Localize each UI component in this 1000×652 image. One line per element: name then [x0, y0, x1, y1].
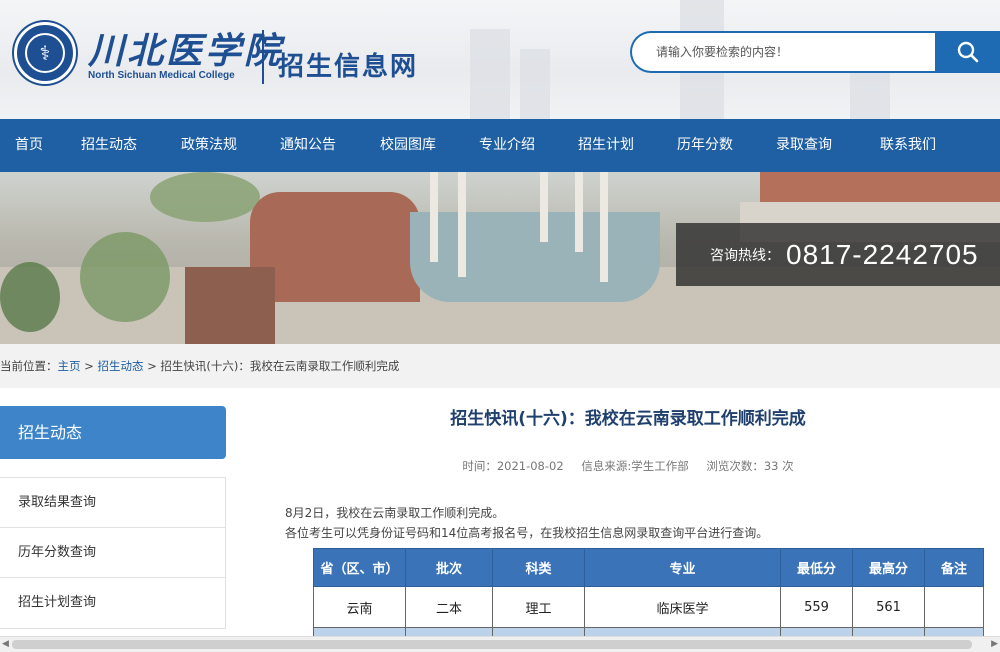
table-cell — [924, 627, 984, 636]
nav-home[interactable]: 首页 — [0, 119, 58, 172]
search-box — [630, 31, 936, 73]
site-header: ⚕ 川北医学院 North Sichuan Medical College 招生… — [0, 0, 1000, 119]
logo-divider — [262, 30, 264, 84]
breadcrumb-current: 招生快讯(十六)：我校在云南录取工作顺利完成 — [160, 359, 400, 373]
horizontal-scrollbar[interactable]: ◀ ▶ — [0, 636, 1000, 652]
banner-pillar — [575, 172, 583, 252]
article-body: 8月2日，我校在云南录取工作顺利完成。 各位考生可以凭身份证号码和14位高考报名… — [285, 503, 985, 543]
breadcrumb-separator: > — [80, 359, 98, 373]
article-meta: 时间：2021-08-02 信息来源:学生工作部 浏览次数：33 次 — [256, 456, 1000, 476]
sidebar-title: 招生动态 — [0, 406, 226, 459]
table-header-min-score: 最低分 — [780, 548, 853, 587]
scroll-right-arrow-icon[interactable]: ▶ — [991, 639, 998, 649]
banner-pillar — [430, 172, 438, 262]
table-header-province: 省（区、市） — [313, 548, 406, 587]
table-cell: 561 — [852, 586, 925, 628]
site-name: 招生信息网 — [278, 52, 419, 82]
breadcrumb-section-link[interactable]: 招生动态 — [97, 359, 143, 373]
banner-pillar — [540, 172, 548, 242]
nav-admission-query[interactable]: 录取查询 — [754, 119, 854, 172]
nav-admission-news[interactable]: 招生动态 — [58, 119, 160, 172]
scrollbar-thumb[interactable] — [12, 640, 972, 649]
hotline-label: 咨询热线： — [710, 247, 780, 264]
breadcrumb-home-link[interactable]: 主页 — [58, 359, 81, 373]
scroll-left-arrow-icon[interactable]: ◀ — [2, 639, 9, 649]
banner-building — [250, 192, 420, 302]
table-header-batch: 批次 — [405, 548, 493, 587]
table-header-row: 省（区、市） 批次 科类 专业 最低分 最高分 备注 — [313, 548, 984, 587]
sidebar-item-admission-results[interactable]: 录取结果查询 — [0, 478, 225, 528]
article-source: 信息来源:学生工作部 — [581, 459, 689, 473]
search-icon — [957, 41, 978, 63]
table-cell — [584, 627, 781, 636]
sidebar-item-enrollment-plan[interactable]: 招生计划查询 — [0, 578, 225, 628]
article-views: 浏览次数：33 次 — [706, 459, 794, 473]
nav-majors[interactable]: 专业介绍 — [458, 119, 556, 172]
banner-building — [185, 267, 275, 344]
nav-past-scores[interactable]: 历年分数 — [656, 119, 754, 172]
table-header-category: 科类 — [492, 548, 585, 587]
nav-gallery[interactable]: 校园图库 — [358, 119, 458, 172]
nav-notices[interactable]: 通知公告 — [258, 119, 358, 172]
nav-enrollment-plan[interactable]: 招生计划 — [556, 119, 656, 172]
table-cell — [313, 627, 406, 636]
college-name-cn[interactable]: 川北医学院 — [88, 22, 283, 74]
banner-pillar — [600, 172, 608, 282]
breadcrumb-prefix: 当前位置： — [0, 359, 58, 373]
table-cell — [924, 586, 984, 628]
article-paragraph: 各位考生可以凭身份证号码和14位高考报名号，在我校招生信息网录取查询平台进行查询… — [285, 526, 769, 540]
nav-policies[interactable]: 政策法规 — [160, 119, 258, 172]
breadcrumb: 当前位置：主页 > 招生动态 > 招生快讯(十六)：我校在云南录取工作顺利完成 — [0, 344, 1000, 388]
table-cell — [780, 627, 853, 636]
table-cell: 理工 — [492, 586, 585, 628]
table-row: 云南 二本 理工 临床医学 559 561 — [313, 586, 984, 628]
table-header-remarks: 备注 — [924, 548, 984, 587]
banner-tree — [150, 172, 260, 222]
table-row-partial — [313, 627, 984, 636]
background-building — [470, 29, 510, 119]
table-cell — [405, 627, 493, 636]
hotline-number: 0817-2242705 — [786, 238, 979, 270]
table-cell: 临床医学 — [584, 586, 781, 628]
search-button[interactable] — [935, 31, 1000, 73]
banner-pillar — [458, 172, 466, 277]
hotline-box: 咨询热线： 0817-2242705 — [676, 223, 1000, 286]
table-cell: 二本 — [405, 586, 493, 628]
table-cell: 云南 — [313, 586, 406, 628]
caduceus-icon: ⚕ — [25, 33, 65, 73]
table-header-major: 专业 — [584, 548, 781, 587]
sidebar-menu: 录取结果查询 历年分数查询 招生计划查询 — [0, 477, 226, 629]
table-cell — [852, 627, 925, 636]
college-name-en: North Sichuan Medical College — [88, 70, 235, 81]
article-time: 时间：2021-08-02 — [462, 459, 564, 473]
banner-tree — [80, 232, 170, 322]
admission-score-table: 省（区、市） 批次 科类 专业 最低分 最高分 备注 云南 二本 理工 临床医学… — [313, 548, 984, 636]
table-cell — [492, 627, 585, 636]
article-title: 招生快讯(十六)：我校在云南录取工作顺利完成 — [450, 409, 806, 429]
background-building — [520, 49, 550, 119]
college-seal-logo[interactable]: ⚕ — [14, 22, 76, 84]
nav-contact[interactable]: 联系我们 — [854, 119, 962, 172]
search-input[interactable] — [656, 45, 926, 59]
table-header-max-score: 最高分 — [852, 548, 925, 587]
breadcrumb-separator: > — [143, 359, 161, 373]
table-cell: 559 — [780, 586, 853, 628]
article-paragraph: 8月2日，我校在云南录取工作顺利完成。 — [285, 506, 505, 520]
banner-fountain-pool — [410, 212, 660, 302]
banner-tree — [0, 262, 60, 332]
sidebar-item-past-scores[interactable]: 历年分数查询 — [0, 528, 225, 578]
main-nav: 首页 招生动态 政策法规 通知公告 校园图库 专业介绍 招生计划 历年分数 录取… — [0, 119, 1000, 172]
